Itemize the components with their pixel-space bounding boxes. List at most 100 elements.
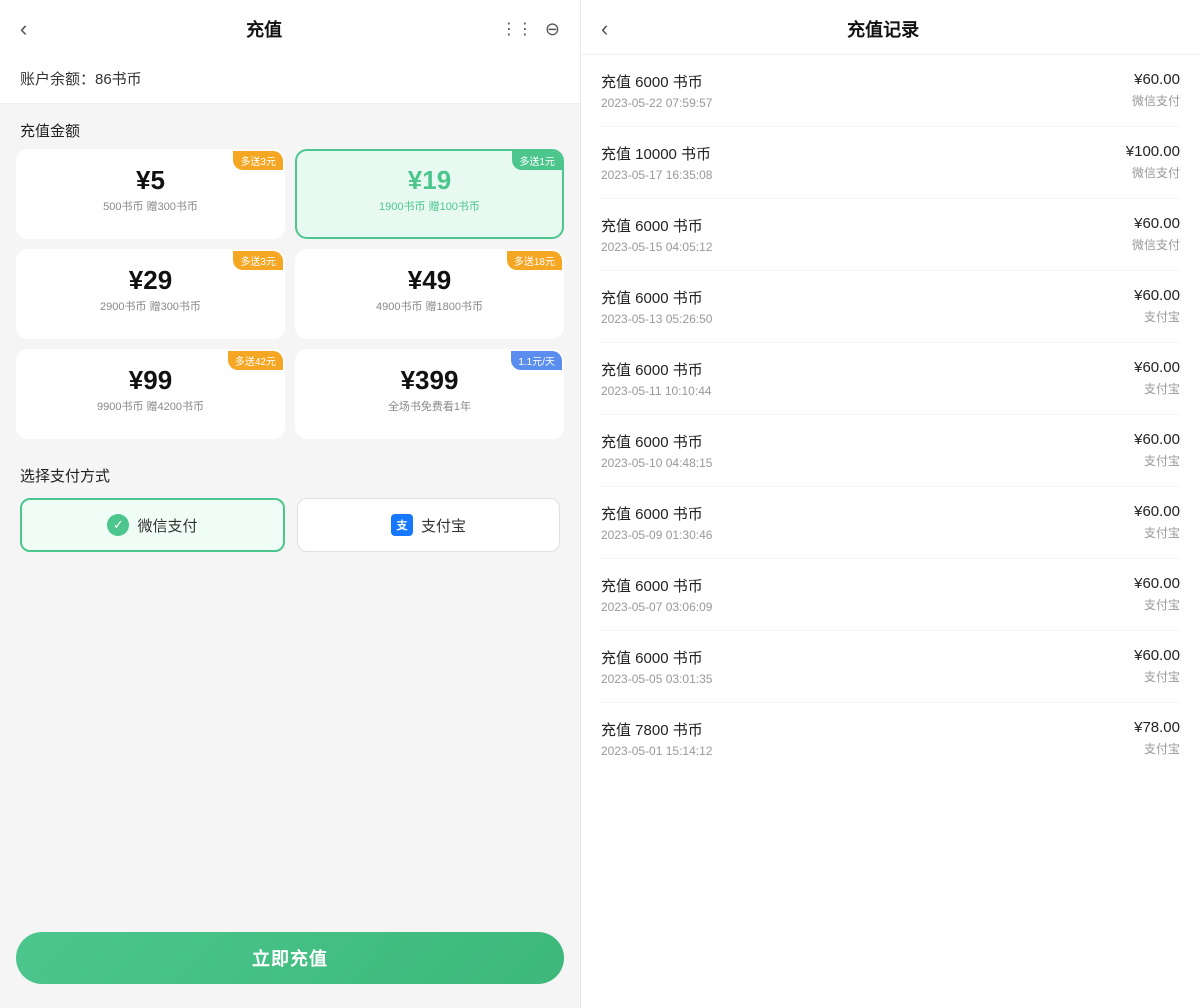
- package-badge: 多送42元: [228, 351, 283, 370]
- payment-method-alipay[interactable]: 支 支付宝: [297, 498, 560, 552]
- record-item: 充值 6000 书币 2023-05-22 07:59:57 ¥60.00 微信…: [601, 55, 1180, 127]
- record-left: 充值 10000 书币 2023-05-17 16:35:08: [601, 143, 712, 182]
- package-sub: 9900书币 赠4200书币: [30, 400, 271, 415]
- record-date: 2023-05-01 15:14:12: [601, 744, 712, 758]
- record-right: ¥60.00 支付宝: [1134, 287, 1180, 325]
- package-card-p49[interactable]: 多送18元 ¥49 4900书币 赠1800书币: [295, 249, 564, 339]
- record-title: 充值 6000 书币: [601, 215, 712, 236]
- record-item: 充值 6000 书币 2023-05-15 04:05:12 ¥60.00 微信…: [601, 199, 1180, 271]
- package-card-p19[interactable]: 多送1元 ¥19 1900书币 赠100书币: [295, 149, 564, 239]
- record-item: 充值 7800 书币 2023-05-01 15:14:12 ¥78.00 支付…: [601, 703, 1180, 774]
- record-left: 充值 6000 书币 2023-05-11 10:10:44: [601, 359, 712, 398]
- record-item: 充值 6000 书币 2023-05-07 03:06:09 ¥60.00 支付…: [601, 559, 1180, 631]
- bottom-bar: 立即充值: [16, 932, 564, 984]
- packages-grid: 多送3元 ¥5 500书币 赠300书币 多送1元 ¥19 1900书币 赠10…: [0, 149, 580, 439]
- record-title: 充值 6000 书币: [601, 287, 712, 308]
- payment-method-label: 微信支付: [137, 515, 197, 536]
- right-nav-bar: ‹ 充值记录: [581, 0, 1200, 55]
- packages-section-label: 充值金额: [0, 104, 580, 149]
- record-right: ¥60.00 支付宝: [1134, 503, 1180, 541]
- record-item: 充值 6000 书币 2023-05-09 01:30:46 ¥60.00 支付…: [601, 487, 1180, 559]
- record-method: 支付宝: [1134, 524, 1180, 541]
- record-amount: ¥60.00: [1134, 647, 1180, 664]
- record-method: 微信支付: [1132, 92, 1180, 109]
- alipay-icon: 支: [391, 514, 413, 536]
- payment-methods: ✓ 微信支付 支 支付宝: [20, 498, 560, 552]
- record-left: 充值 6000 书币 2023-05-09 01:30:46: [601, 503, 712, 542]
- payment-method-wechat[interactable]: ✓ 微信支付: [20, 498, 285, 552]
- record-item: 充值 6000 书币 2023-05-11 10:10:44 ¥60.00 支付…: [601, 343, 1180, 415]
- record-item: 充值 6000 书币 2023-05-13 05:26:50 ¥60.00 支付…: [601, 271, 1180, 343]
- record-method: 支付宝: [1134, 596, 1180, 613]
- record-method: 微信支付: [1132, 236, 1180, 253]
- record-amount: ¥60.00: [1132, 215, 1180, 232]
- record-item: 充值 10000 书币 2023-05-17 16:35:08 ¥100.00 …: [601, 127, 1180, 199]
- record-title: 充值 6000 书币: [601, 431, 712, 452]
- account-balance: 账户余额：86书币: [0, 54, 580, 104]
- record-left: 充值 7800 书币 2023-05-01 15:14:12: [601, 719, 712, 758]
- record-date: 2023-05-17 16:35:08: [601, 168, 712, 182]
- package-badge: 多送18元: [507, 251, 562, 270]
- payment-section: 选择支付方式 ✓ 微信支付 支 支付宝: [0, 449, 580, 560]
- right-back-button[interactable]: ‹: [601, 16, 608, 42]
- package-badge: 多送1元: [512, 151, 562, 170]
- back-button[interactable]: ‹: [20, 16, 27, 42]
- record-method: 支付宝: [1134, 452, 1180, 469]
- wechat-icon: ✓: [107, 514, 129, 536]
- record-right: ¥60.00 支付宝: [1134, 359, 1180, 397]
- record-right: ¥60.00 支付宝: [1134, 647, 1180, 685]
- recharge-button[interactable]: 立即充值: [16, 932, 564, 984]
- record-right: ¥60.00 微信支付: [1132, 71, 1180, 109]
- package-card-p399[interactable]: 1.1元/天 ¥399 全场书免费看1年: [295, 349, 564, 439]
- record-date: 2023-05-22 07:59:57: [601, 96, 712, 110]
- record-method: 支付宝: [1134, 380, 1180, 397]
- record-title: 充值 6000 书币: [601, 503, 712, 524]
- records-list: 充值 6000 书币 2023-05-22 07:59:57 ¥60.00 微信…: [581, 55, 1200, 1008]
- package-price: ¥399: [309, 365, 550, 396]
- record-right: ¥100.00 微信支付: [1126, 143, 1180, 181]
- record-title: 充值 10000 书币: [601, 143, 712, 164]
- package-card-p99[interactable]: 多送42元 ¥99 9900书币 赠4200书币: [16, 349, 285, 439]
- package-card-p5[interactable]: 多送3元 ¥5 500书币 赠300书币: [16, 149, 285, 239]
- package-sub: 500书币 赠300书币: [30, 200, 271, 215]
- package-sub: 2900书币 赠300书币: [30, 300, 271, 315]
- record-left: 充值 6000 书币 2023-05-22 07:59:57: [601, 71, 712, 110]
- record-method: 支付宝: [1134, 308, 1180, 325]
- record-left: 充值 6000 书币 2023-05-07 03:06:09: [601, 575, 712, 614]
- record-right: ¥60.00 支付宝: [1134, 575, 1180, 613]
- package-badge: 多送3元: [233, 151, 283, 170]
- record-title: 充值 6000 书币: [601, 71, 712, 92]
- record-left: 充值 6000 书币 2023-05-05 03:01:35: [601, 647, 712, 686]
- menu-icon[interactable]: ⋮⋮: [501, 19, 533, 39]
- record-left: 充值 6000 书币 2023-05-13 05:26:50: [601, 287, 712, 326]
- record-amount: ¥100.00: [1126, 143, 1180, 160]
- record-item: 充值 6000 书币 2023-05-05 03:01:35 ¥60.00 支付…: [601, 631, 1180, 703]
- page-title: 充值: [246, 16, 282, 42]
- record-amount: ¥60.00: [1134, 431, 1180, 448]
- record-date: 2023-05-09 01:30:46: [601, 528, 712, 542]
- record-amount: ¥60.00: [1134, 503, 1180, 520]
- right-panel: ‹ 充值记录 充值 6000 书币 2023-05-22 07:59:57 ¥6…: [580, 0, 1200, 1008]
- record-amount: ¥60.00: [1134, 287, 1180, 304]
- record-method: 支付宝: [1134, 668, 1180, 685]
- payment-section-label: 选择支付方式: [20, 465, 560, 498]
- record-title: 充值 7800 书币: [601, 719, 712, 740]
- record-right: ¥60.00 支付宝: [1134, 431, 1180, 469]
- back-icon: ‹: [20, 16, 27, 42]
- right-page-title: 充值记录: [608, 16, 1158, 42]
- record-title: 充值 6000 书币: [601, 647, 712, 668]
- record-date: 2023-05-07 03:06:09: [601, 600, 712, 614]
- left-panel: ‹ 充值 ⋮⋮ ⊖ 账户余额：86书币 充值金额 多送3元 ¥5 500书币 赠…: [0, 0, 580, 1008]
- record-title: 充值 6000 书币: [601, 575, 712, 596]
- package-card-p29[interactable]: 多送3元 ¥29 2900书币 赠300书币: [16, 249, 285, 339]
- nav-actions: ⋮⋮ ⊖: [501, 19, 560, 40]
- record-date: 2023-05-15 04:05:12: [601, 240, 712, 254]
- record-amount: ¥60.00: [1134, 575, 1180, 592]
- nav-bar: ‹ 充值 ⋮⋮ ⊖: [0, 0, 580, 54]
- payment-method-label: 支付宝: [421, 515, 466, 536]
- record-date: 2023-05-13 05:26:50: [601, 312, 712, 326]
- record-right: ¥60.00 微信支付: [1132, 215, 1180, 253]
- close-icon[interactable]: ⊖: [545, 19, 560, 40]
- record-date: 2023-05-11 10:10:44: [601, 384, 712, 398]
- package-price: ¥19: [309, 165, 550, 196]
